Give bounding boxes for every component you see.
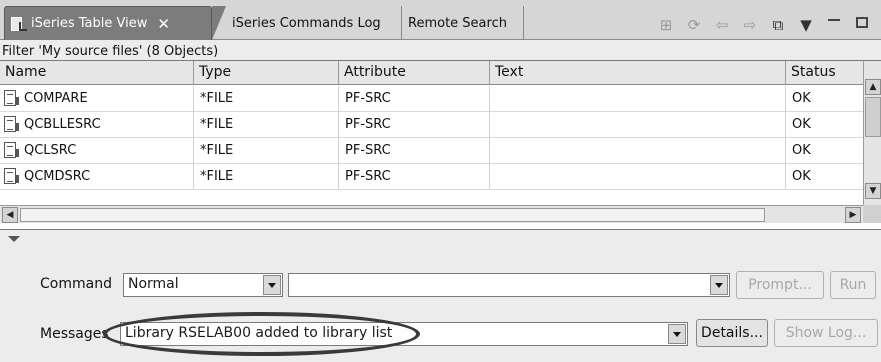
cell-type: *FILE bbox=[194, 164, 339, 190]
source-file-icon bbox=[4, 116, 19, 132]
tab-remote-search[interactable]: Remote Search bbox=[402, 6, 524, 40]
tab-label: iSeries Table View bbox=[31, 16, 148, 31]
source-file-icon bbox=[4, 142, 19, 158]
cell-attribute: PF-SRC bbox=[339, 138, 490, 164]
cell-name-text: QCBLLESRC bbox=[24, 117, 101, 132]
horizontal-scrollbar[interactable]: ◀ ▶ bbox=[0, 205, 863, 223]
chevron-down-icon[interactable] bbox=[710, 275, 728, 295]
column-header-type[interactable]: Type bbox=[194, 61, 339, 85]
cell-attribute: PF-SRC bbox=[339, 86, 490, 112]
column-header-text[interactable]: Text bbox=[490, 61, 786, 85]
close-icon[interactable]: ✕ bbox=[157, 15, 170, 33]
scroll-right-icon[interactable]: ▶ bbox=[845, 207, 861, 223]
prompt-button[interactable]: Prompt... bbox=[736, 271, 824, 299]
cell-name: COMPARE bbox=[0, 86, 194, 112]
messages-value: Library RSELAB00 added to library list bbox=[125, 325, 393, 341]
messages-select[interactable]: Library RSELAB00 added to library list bbox=[120, 322, 688, 346]
forward-icon[interactable]: ⇨ bbox=[739, 15, 761, 35]
chevron-down-icon[interactable] bbox=[668, 324, 686, 344]
show-in-table-icon[interactable]: ⊞ bbox=[655, 15, 677, 35]
command-input[interactable] bbox=[288, 273, 730, 297]
column-header-status[interactable]: Status bbox=[786, 61, 863, 85]
column-header-name[interactable]: Name bbox=[0, 61, 194, 85]
run-button[interactable]: Run bbox=[830, 271, 876, 299]
cell-text bbox=[490, 86, 786, 112]
cell-name: QCBLLESRC bbox=[0, 112, 194, 138]
details-button[interactable]: Details... bbox=[696, 319, 768, 347]
cell-type: *FILE bbox=[194, 112, 339, 138]
scrollbar-corner bbox=[863, 205, 881, 223]
show-log-button[interactable]: Show Log... bbox=[774, 319, 878, 347]
minimize-icon[interactable] bbox=[823, 15, 845, 35]
back-icon[interactable]: ⇦ bbox=[711, 15, 733, 35]
cell-attribute: PF-SRC bbox=[339, 112, 490, 138]
command-label: Command bbox=[40, 276, 112, 292]
source-file-icon bbox=[4, 168, 19, 184]
scroll-down-icon[interactable]: ▼ bbox=[865, 183, 881, 199]
table-row[interactable]: QCMDSRC *FILE PF-SRC OK bbox=[0, 164, 863, 190]
tab-edge bbox=[212, 6, 226, 40]
column-header-attribute[interactable]: Attribute bbox=[339, 61, 490, 85]
cell-status: OK bbox=[792, 91, 811, 106]
command-mode-value: Normal bbox=[128, 276, 179, 292]
cell-type: *FILE bbox=[194, 138, 339, 164]
maximize-icon[interactable] bbox=[851, 15, 873, 35]
view-tab-bar: iSeries Table View ✕ iSeries Commands Lo… bbox=[0, 0, 881, 40]
view-toolbar: ⊞ ⟳ ⇦ ⇨ ⧉ ▼ bbox=[655, 14, 873, 36]
scroll-up-icon[interactable]: ▲ bbox=[865, 79, 881, 95]
table-row[interactable]: COMPARE *FILE PF-SRC OK bbox=[0, 86, 863, 112]
cell-type: *FILE bbox=[194, 86, 339, 112]
source-file-icon bbox=[4, 90, 19, 106]
table-header: Name Type Attribute Text Status bbox=[0, 61, 863, 85]
cell-name: QCLSRC bbox=[0, 138, 194, 164]
objects-table: Name Type Attribute Text Status COMPARE … bbox=[0, 60, 881, 230]
table-view-icon bbox=[11, 16, 27, 32]
command-mode-select[interactable]: Normal bbox=[123, 273, 283, 297]
scroll-thumb[interactable] bbox=[20, 208, 765, 222]
scroll-left-icon[interactable]: ◀ bbox=[2, 207, 18, 223]
table-row[interactable]: QCLSRC *FILE PF-SRC OK bbox=[0, 138, 863, 164]
cell-name-text: QCLSRC bbox=[24, 143, 77, 158]
cell-attribute: PF-SRC bbox=[339, 164, 490, 190]
refresh-icon[interactable]: ⟳ bbox=[683, 15, 705, 35]
chevron-down-icon[interactable] bbox=[263, 275, 281, 295]
tab-label: Remote Search bbox=[408, 15, 507, 31]
tab-iseries-commands-log[interactable]: iSeries Commands Log bbox=[226, 6, 402, 40]
cell-text bbox=[490, 112, 786, 138]
tab-label: iSeries Commands Log bbox=[232, 15, 381, 31]
up-folder-icon[interactable]: ⧉ bbox=[767, 15, 789, 35]
scroll-thumb[interactable] bbox=[865, 97, 881, 137]
messages-label: Messages bbox=[40, 326, 109, 342]
cell-name-text: QCMDSRC bbox=[24, 169, 91, 184]
cell-status: OK bbox=[792, 143, 811, 158]
table-row[interactable]: QCBLLESRC *FILE PF-SRC OK bbox=[0, 112, 863, 138]
collapse-arrow-icon[interactable] bbox=[8, 236, 20, 242]
cell-name-text: COMPARE bbox=[24, 91, 88, 106]
tab-iseries-table-view[interactable]: iSeries Table View ✕ bbox=[4, 6, 212, 40]
table-body: COMPARE *FILE PF-SRC OK QCBLLESRC *FILE … bbox=[0, 86, 863, 212]
cell-text bbox=[490, 164, 786, 190]
cell-text bbox=[490, 138, 786, 164]
filter-label: Filter 'My source files' (8 Objects) bbox=[2, 44, 219, 59]
cell-status: OK bbox=[792, 169, 811, 184]
vertical-scrollbar[interactable]: ▲ ▼ bbox=[863, 61, 881, 205]
cell-status: OK bbox=[792, 117, 811, 132]
cell-name: QCMDSRC bbox=[0, 164, 194, 190]
view-menu-icon[interactable]: ▼ bbox=[795, 15, 817, 35]
